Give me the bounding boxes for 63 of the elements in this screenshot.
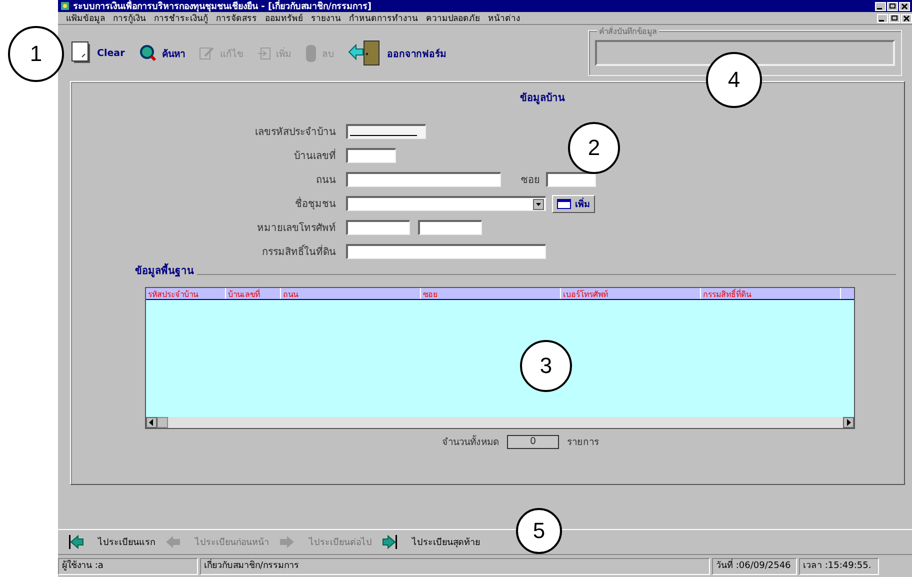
- scroll-thumb[interactable]: [157, 417, 168, 428]
- phone-field[interactable]: [346, 220, 410, 235]
- section-title: ข้อมูลพื้นฐาน: [135, 263, 197, 278]
- toolbar-button[interactable]: ค้นหา: [138, 44, 185, 62]
- menu-item[interactable]: ความปลอดภัย: [426, 11, 480, 25]
- scroll-left-icon[interactable]: [146, 417, 157, 428]
- menu-item[interactable]: การกู้เงิน: [113, 11, 146, 25]
- toolbar-button[interactable]: Clear: [70, 41, 125, 65]
- menu-item[interactable]: กำหนดการทำงาน: [349, 11, 418, 25]
- minimize-icon[interactable]: [877, 14, 888, 22]
- community-dropdown[interactable]: [346, 196, 546, 211]
- count-label: จำนวนทั้งหมด: [442, 434, 499, 449]
- field-label: ถนน: [315, 174, 337, 187]
- section-title: ข้อมูลบ้าน: [520, 91, 565, 105]
- field-label: บ้านเลขที่: [71, 148, 346, 163]
- menu-item[interactable]: ออมทรัพย์: [265, 11, 303, 25]
- pencil-icon: [198, 46, 215, 60]
- field-label: หมายเลขโทรศัพท์: [256, 221, 337, 235]
- close-icon[interactable]: [899, 2, 910, 10]
- enter-icon: [256, 46, 271, 60]
- menu-item[interactable]: การชำระเงินกู้: [154, 11, 208, 25]
- status-pane: วันที่ :06/09/2546: [712, 558, 797, 575]
- bin-icon: [304, 43, 317, 63]
- status-pane: ผู้ใช้งาน :a: [58, 558, 198, 575]
- menu-item[interactable]: แฟ้มข้อมูล: [66, 11, 105, 25]
- house-code-field[interactable]: [346, 124, 426, 139]
- field-label: ชื่อชุมชน: [71, 196, 346, 211]
- scroll-right-icon[interactable]: [843, 417, 854, 428]
- horizontal-scrollbar[interactable]: [146, 417, 854, 428]
- window-icon: [557, 198, 571, 208]
- count-unit: รายการ: [567, 436, 599, 449]
- app-icon: [60, 1, 70, 11]
- input-field[interactable]: [546, 172, 596, 187]
- nav-button[interactable]: ไประเบียนแรก: [68, 534, 155, 550]
- right-arrow-icon: [279, 534, 295, 550]
- left-arrow-icon: [165, 534, 181, 550]
- close-icon[interactable]: [901, 14, 912, 22]
- phone-field[interactable]: [418, 220, 482, 235]
- callout-number: 1: [8, 26, 64, 82]
- restore-icon[interactable]: [889, 14, 900, 22]
- last-arrow-icon: [382, 534, 398, 550]
- group-label: คำสั่งบันทึกข้อมูล: [597, 25, 659, 38]
- field-label: ซอย: [520, 174, 541, 187]
- menu-item[interactable]: หน้าต่าง: [488, 11, 520, 25]
- field-label: กรรมสิทธิ์ในที่ดิน: [71, 244, 346, 259]
- nav-button[interactable]: ไประเบียนสุดท้าย: [382, 534, 480, 550]
- input-field[interactable]: [346, 148, 396, 163]
- menu-item[interactable]: รายงาน: [311, 11, 341, 25]
- minimize-icon[interactable]: [875, 2, 886, 10]
- toolbar-button[interactable]: ออกจากฟอร์ม: [348, 40, 446, 66]
- status-pane: เกี่ยวกับสมาชิก/กรรมการ: [200, 558, 710, 575]
- field-label: เลขรหัสประจำบ้าน: [254, 126, 337, 139]
- input-field[interactable]: [346, 172, 501, 187]
- document-icon: [70, 41, 92, 65]
- status-pane: เวลา :15:49:55.: [799, 558, 879, 575]
- menu-item[interactable]: การจัดสรร: [216, 11, 257, 25]
- first-arrow-icon: [68, 534, 84, 550]
- search-icon: [138, 44, 157, 62]
- exit-door-icon: [348, 40, 382, 66]
- restore-icon[interactable]: [887, 2, 898, 10]
- count-field: 0: [507, 434, 559, 448]
- input-field[interactable]: [346, 244, 546, 259]
- add-button[interactable]: เพิ่ม: [552, 194, 595, 212]
